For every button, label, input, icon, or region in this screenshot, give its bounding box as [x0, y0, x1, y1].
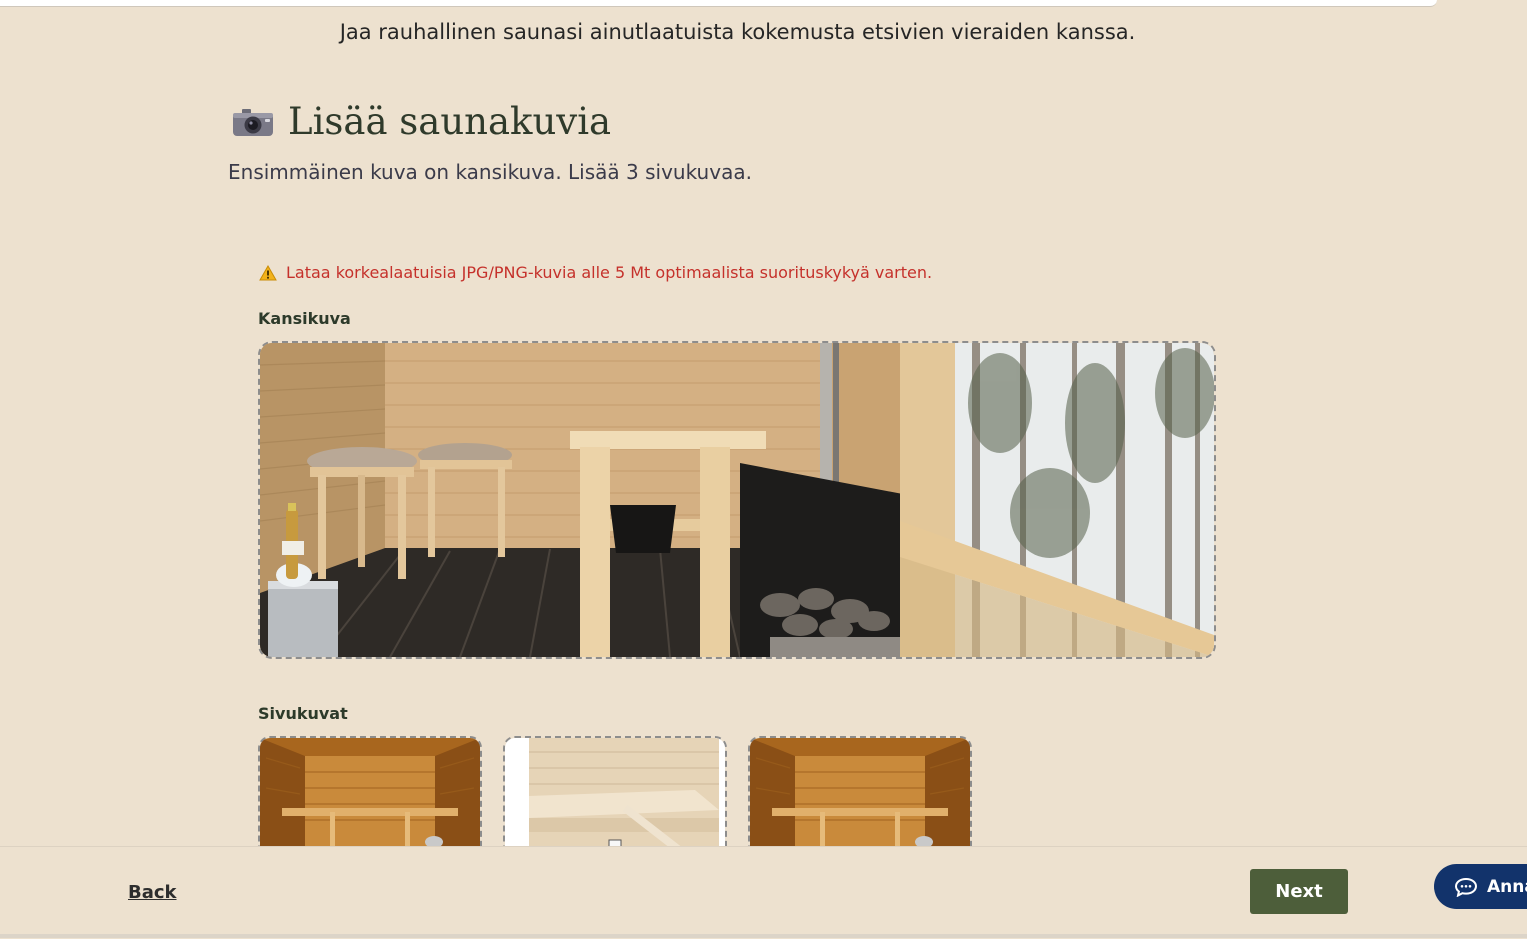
upload-warning: Lataa korkealaatuisia JPG/PNG-kuvia alle…: [259, 263, 932, 282]
warning-icon: [259, 264, 277, 280]
side-images-label: Sivukuvat: [258, 704, 348, 723]
chat-bubble-icon: [1454, 877, 1478, 897]
warning-text: Lataa korkealaatuisia JPG/PNG-kuvia alle…: [286, 263, 933, 282]
intro-text: Jaa rauhallinen saunasi ainutlaatuista k…: [339, 20, 1136, 44]
cover-label: Kansikuva: [258, 309, 351, 328]
section-heading: Lisää saunakuvia: [232, 100, 611, 143]
back-link[interactable]: Back: [128, 882, 177, 903]
bottom-edge: [0, 934, 1527, 938]
page-title: Lisää saunakuvia: [288, 100, 612, 143]
browser-top-edge: [0, 0, 1437, 7]
chat-widget-button[interactable]: Anna: [1434, 864, 1527, 909]
chat-widget-label: Anna: [1487, 876, 1527, 897]
cover-image-dropzone[interactable]: [258, 341, 1216, 659]
footer-bar: Back Next Anna: [0, 846, 1527, 939]
page-subtitle: Ensimmäinen kuva on kansikuva. Lisää 3 s…: [228, 160, 752, 184]
sauna-cover-photo: [260, 343, 1214, 657]
next-button[interactable]: Next: [1250, 869, 1348, 914]
camera-icon: [233, 108, 273, 136]
